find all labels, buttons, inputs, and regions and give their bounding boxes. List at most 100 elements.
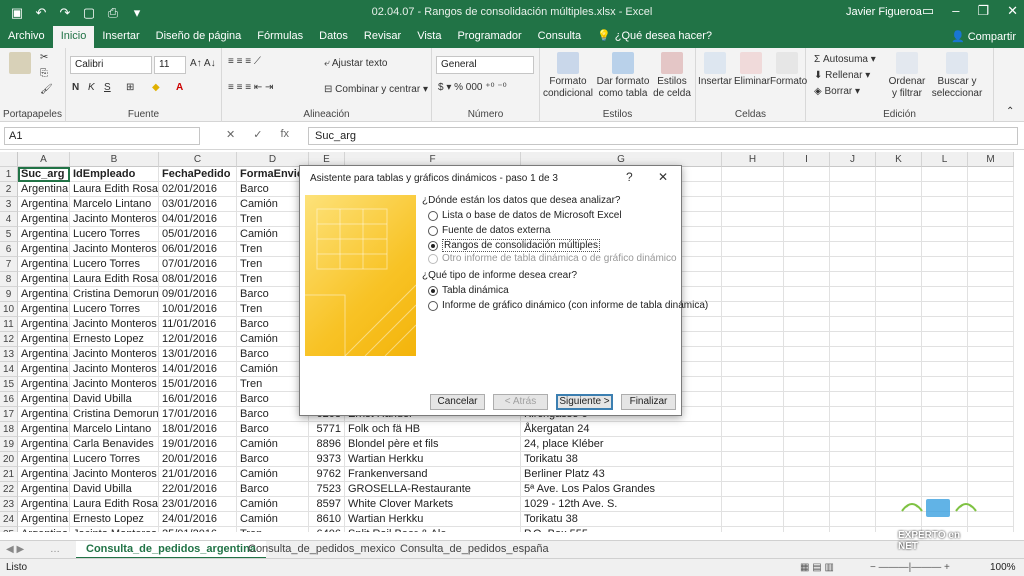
radio-external-source[interactable]	[428, 225, 438, 236]
cell[interactable]	[784, 452, 830, 467]
tab-consulta[interactable]: Consulta	[530, 26, 589, 48]
cell[interactable]: Argentina	[18, 227, 70, 242]
format-table-button[interactable]: Dar formato como tabla	[596, 52, 650, 100]
cell[interactable]: 1029 - 12th Ave. S.	[521, 497, 722, 512]
cell[interactable]	[722, 512, 784, 527]
cell[interactable]	[830, 527, 876, 532]
cell[interactable]	[922, 362, 968, 377]
cell[interactable]: Marcelo Lintano	[70, 197, 159, 212]
cell[interactable]	[968, 407, 1014, 422]
cell[interactable]	[876, 467, 922, 482]
row-header[interactable]: 16	[0, 392, 18, 407]
cell[interactable]: 09/01/2016	[159, 287, 237, 302]
row-header[interactable]: 18	[0, 422, 18, 437]
cell[interactable]	[876, 197, 922, 212]
cell[interactable]	[830, 242, 876, 257]
cell[interactable]	[830, 407, 876, 422]
cell[interactable]	[784, 497, 830, 512]
cell[interactable]	[968, 422, 1014, 437]
cell[interactable]	[784, 227, 830, 242]
cell[interactable]: Lucero Torres	[70, 302, 159, 317]
cell[interactable]: 25/01/2016	[159, 527, 237, 532]
cell[interactable]	[968, 437, 1014, 452]
cell[interactable]: Argentina	[18, 452, 70, 467]
cell[interactable]	[784, 512, 830, 527]
sheet-tab-espana[interactable]: Consulta_de_pedidos_españa	[390, 541, 559, 559]
cell[interactable]	[968, 197, 1014, 212]
cell[interactable]	[922, 287, 968, 302]
cell[interactable]: Argentina	[18, 302, 70, 317]
cell[interactable]	[784, 347, 830, 362]
cell[interactable]: Barco	[237, 422, 309, 437]
restore-icon[interactable]: ❐	[977, 3, 989, 19]
cell[interactable]	[722, 482, 784, 497]
row-header[interactable]: 3	[0, 197, 18, 212]
help-icon[interactable]: ?	[626, 170, 633, 184]
tab-revisar[interactable]: Revisar	[356, 26, 409, 48]
cell[interactable]	[830, 512, 876, 527]
delete-cells-button[interactable]: Eliminar	[734, 52, 770, 88]
cell[interactable]	[876, 302, 922, 317]
column-header-i[interactable]: I	[784, 152, 830, 167]
cell[interactable]	[968, 482, 1014, 497]
cell[interactable]	[922, 167, 968, 182]
cell[interactable]: White Clover Markets	[345, 497, 521, 512]
row-header[interactable]: 17	[0, 407, 18, 422]
cell[interactable]: Frankenversand	[345, 467, 521, 482]
currency-icon[interactable]: $ ▾ % 000 ⁺⁰ ⁻⁰	[438, 82, 507, 93]
cell[interactable]	[722, 167, 784, 182]
cell[interactable]	[830, 497, 876, 512]
cell[interactable]	[968, 347, 1014, 362]
row-header[interactable]: 20	[0, 452, 18, 467]
cell[interactable]: 04/01/2016	[159, 212, 237, 227]
tab-datos[interactable]: Datos	[311, 26, 356, 48]
select-all-corner[interactable]	[0, 152, 18, 167]
cell[interactable]	[968, 332, 1014, 347]
formula-input[interactable]: Suc_arg	[308, 127, 1018, 145]
cell[interactable]	[876, 437, 922, 452]
merge-center-button[interactable]: ⊟ Combinar y centrar ▾	[324, 84, 428, 95]
cell[interactable]	[830, 452, 876, 467]
cell[interactable]: Argentina	[18, 527, 70, 532]
cell[interactable]: Argentina	[18, 407, 70, 422]
cell[interactable]	[922, 212, 968, 227]
row-header[interactable]: 1	[0, 167, 18, 182]
cell[interactable]: 9762	[309, 467, 345, 482]
cell[interactable]: 24, place Kléber	[521, 437, 722, 452]
cell[interactable]	[968, 392, 1014, 407]
cell[interactable]	[784, 407, 830, 422]
column-header-b[interactable]: B	[70, 152, 159, 167]
cell[interactable]	[922, 302, 968, 317]
cell[interactable]: 24/01/2016	[159, 512, 237, 527]
cell[interactable]	[784, 287, 830, 302]
cell[interactable]	[830, 392, 876, 407]
cell[interactable]	[876, 227, 922, 242]
cell[interactable]	[830, 272, 876, 287]
underline-icon[interactable]: S	[104, 82, 111, 93]
column-header-k[interactable]: K	[876, 152, 922, 167]
cell[interactable]	[784, 362, 830, 377]
column-header-a[interactable]: A	[18, 152, 70, 167]
cell[interactable]: Camión	[237, 437, 309, 452]
cell[interactable]: IdEmpleado	[70, 167, 159, 182]
conditional-format-button[interactable]: Formato condicional	[542, 52, 594, 100]
autosum-button[interactable]: Σ Autosuma ▾	[814, 54, 876, 65]
cell[interactable]: Laura Edith Rosas	[70, 497, 159, 512]
cell[interactable]: Jacinto Monteros	[70, 467, 159, 482]
cell[interactable]	[922, 182, 968, 197]
cell[interactable]	[922, 242, 968, 257]
tab-programador[interactable]: Programador	[449, 26, 529, 48]
row-header[interactable]: 7	[0, 257, 18, 272]
cell[interactable]	[922, 422, 968, 437]
cell[interactable]	[722, 422, 784, 437]
cell[interactable]	[876, 332, 922, 347]
cell[interactable]	[922, 332, 968, 347]
cell[interactable]	[922, 407, 968, 422]
borders-icon[interactable]: ⊞	[126, 82, 134, 93]
cell[interactable]	[922, 467, 968, 482]
cell[interactable]: Torikatu 38	[521, 452, 722, 467]
cell[interactable]: 8610	[309, 512, 345, 527]
column-header-h[interactable]: H	[722, 152, 784, 167]
cell[interactable]: Argentina	[18, 497, 70, 512]
row-header[interactable]: 10	[0, 302, 18, 317]
